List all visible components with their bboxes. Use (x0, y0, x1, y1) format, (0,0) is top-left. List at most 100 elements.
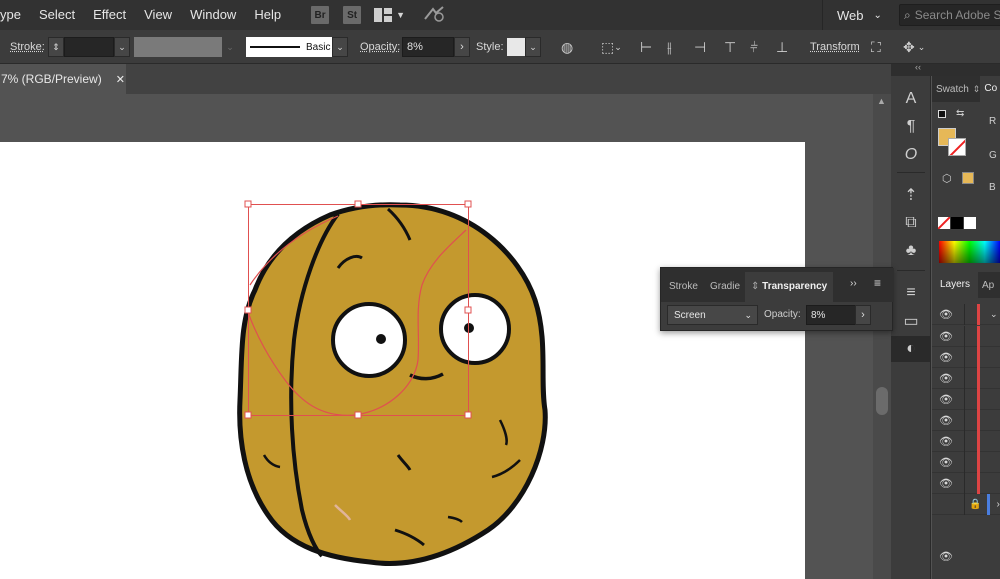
panel-menu-icon[interactable]: ≡ (874, 276, 881, 290)
character-icon[interactable]: A (891, 86, 931, 112)
layer-row[interactable]: 👁 (932, 346, 1000, 368)
stock-button[interactable]: St (343, 6, 362, 24)
menu-view[interactable]: View (135, 0, 181, 30)
eye-icon[interactable]: 👁 (932, 477, 960, 490)
paragraph-icon[interactable]: ¶ (891, 114, 931, 140)
puppet-warp-icon[interactable]: ✥ ⌄ (903, 30, 925, 64)
eye-icon[interactable]: 👁 (932, 372, 960, 385)
layer-row[interactable]: 👁 (932, 546, 1000, 567)
menu-type[interactable]: ype (0, 0, 30, 30)
tab-transparency[interactable]: ⇕ Transparency (745, 272, 834, 302)
stepper-icon[interactable]: ⇕ (48, 37, 64, 57)
layer-row[interactable]: 👁 (932, 451, 1000, 473)
stroke-weight-stepper[interactable]: ⇕ ⌄ (48, 30, 130, 64)
scroll-up-icon[interactable]: ▲ (877, 96, 886, 106)
eye-icon[interactable]: 👁 (932, 308, 960, 321)
align-top-icon[interactable]: ⊤ (724, 30, 736, 64)
bbox-handle[interactable] (464, 411, 472, 419)
opentype-icon[interactable]: O (891, 142, 931, 168)
variable-width-profile[interactable]: ⌄ (134, 30, 238, 64)
align-vertical-center-icon[interactable]: ⫩ (750, 30, 758, 64)
bridge-button[interactable]: Br (311, 6, 330, 24)
tab-stroke[interactable]: Stroke (669, 272, 698, 302)
recolor-artwork-icon[interactable]: ◍ (561, 30, 573, 64)
arrange-documents-icon[interactable]: ▼ (374, 8, 405, 22)
export-icon[interactable]: ⧉ (891, 210, 931, 236)
align-horizontal-center-icon[interactable]: ⫲ (667, 30, 672, 64)
eye-icon[interactable]: 👁 (932, 414, 960, 427)
expand-panel-icon[interactable]: ›› (850, 278, 857, 289)
workspace-switcher[interactable]: Web ⌄ (822, 0, 882, 30)
stroke-lines-icon[interactable]: ≡ (891, 280, 931, 306)
search-stock-input[interactable]: ⌕ Search Adobe Stock (899, 4, 1000, 26)
color-spectrum[interactable] (939, 241, 1000, 263)
wall-nut-artwork[interactable] (0, 94, 873, 579)
lock-icon[interactable]: 🔒 (969, 499, 981, 510)
bbox-handle[interactable] (244, 306, 252, 314)
transform-button[interactable]: Transform (810, 30, 860, 64)
align-bottom-icon[interactable]: ⊥ (776, 30, 788, 64)
layer-row[interactable]: 👁 (932, 430, 1000, 452)
layer-row[interactable]: 👁 (932, 367, 1000, 389)
bbox-handle[interactable] (244, 411, 252, 419)
black-color-chip[interactable] (951, 217, 963, 229)
chevron-right-icon[interactable]: › (855, 305, 871, 325)
bbox-handle[interactable] (244, 200, 252, 208)
tab-swatches[interactable]: Swatch (932, 84, 973, 95)
shape-transform-icon[interactable]: ⬚ ⌄ (601, 30, 622, 64)
scrollbar-thumb[interactable] (876, 387, 888, 415)
default-fill-stroke-icon[interactable] (938, 110, 946, 118)
eye-icon[interactable]: 👁 (932, 351, 960, 364)
symbols-icon[interactable]: ⇡ (891, 182, 931, 208)
layer-row[interactable]: 👁 (932, 325, 1000, 347)
menu-window[interactable]: Window (181, 0, 245, 30)
stroke-none-swatch[interactable] (948, 138, 966, 156)
chevron-right-icon[interactable]: › (454, 37, 470, 57)
layer-row[interactable]: 👁 (932, 472, 1000, 494)
eye-icon[interactable]: 👁 (932, 435, 960, 448)
stroke-weight-field[interactable] (64, 37, 114, 57)
layer-row[interactable]: 🔒 › (932, 493, 1000, 515)
transparency-opacity-input[interactable]: 8% (806, 305, 856, 325)
layer-row[interactable]: 👁 (932, 409, 1000, 431)
swap-fill-stroke-icon[interactable]: ⇆ (956, 108, 964, 119)
bbox-handle[interactable] (354, 411, 362, 419)
bbox-handle[interactable] (464, 306, 472, 314)
bbox-handle[interactable] (464, 200, 472, 208)
chevron-down-icon[interactable]: ⌄ (525, 37, 541, 57)
bbox-handle[interactable] (354, 200, 362, 208)
out-of-gamut-icon[interactable]: ⬡ (942, 172, 952, 185)
menu-help[interactable]: Help (245, 0, 290, 30)
chevron-right-icon[interactable]: › (996, 499, 999, 510)
white-color-chip[interactable] (964, 217, 976, 229)
align-right-icon[interactable]: ⊣ (694, 30, 706, 64)
opacity-input[interactable]: 8% › (402, 30, 470, 64)
menu-effect[interactable]: Effect (84, 0, 135, 30)
tab-layers[interactable]: Layers (932, 272, 979, 298)
close-icon[interactable]: ✕ (116, 73, 125, 86)
tab-gradient[interactable]: Gradie (710, 272, 740, 302)
transparency-icon[interactable]: ◐ (891, 336, 931, 362)
canvas[interactable] (0, 94, 873, 579)
collapse-panels-icon[interactable]: ‹‹ (915, 62, 921, 72)
layer-row[interactable]: 👁 (932, 388, 1000, 410)
club-icon[interactable]: ♣ (891, 238, 931, 264)
isolate-object-icon[interactable]: ⛶ (871, 30, 881, 64)
document-tab[interactable]: 7% (RGB/Preview) ✕ (0, 64, 126, 94)
gamut-color-chip[interactable] (962, 172, 974, 184)
eye-icon[interactable]: 👁 (932, 393, 960, 406)
eye-icon[interactable]: 👁 (932, 456, 960, 469)
none-color-chip[interactable] (938, 217, 950, 229)
tab-color[interactable]: Co (980, 76, 1000, 102)
tab-appearance[interactable]: Ap (978, 280, 998, 291)
layer-row[interactable]: 👁 ⌄ (932, 303, 1000, 325)
gradient-icon[interactable]: ▭ (891, 308, 931, 334)
chevron-down-icon[interactable]: ⌄ (332, 37, 348, 57)
align-left-icon[interactable]: ⊢ (640, 30, 652, 64)
graphic-style-picker[interactable]: ⌄ (507, 30, 541, 64)
menu-select[interactable]: Select (30, 0, 84, 30)
vertical-scrollbar[interactable]: ▲ (873, 94, 891, 579)
chevron-down-icon[interactable]: ⌄ (114, 37, 130, 57)
eye-icon[interactable]: 👁 (932, 550, 960, 563)
brush-definition[interactable]: Basic ⌄ (246, 30, 348, 64)
